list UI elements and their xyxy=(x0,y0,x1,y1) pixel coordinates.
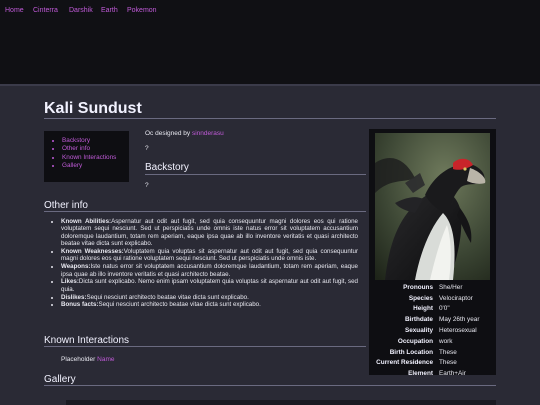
weaknesses-label: Known Weaknesses: xyxy=(61,248,124,256)
nav-earth[interactable]: Earth xyxy=(101,7,118,14)
header-divider xyxy=(0,84,540,86)
likes-label: Likes: xyxy=(61,278,79,286)
info-row: Height 0'0" xyxy=(369,304,496,315)
height-value: 0'0" xyxy=(439,305,450,313)
current-residence-value: These xyxy=(439,359,457,367)
nav-pokemon[interactable]: Pokemon xyxy=(127,7,157,14)
dislikes-text: Sequi nesciunt architecto beatae vitae d… xyxy=(86,293,249,301)
placeholder-text: Placeholder xyxy=(61,356,96,363)
list-item: Known Weaknesses:Voluptatem quia volupta… xyxy=(61,248,358,263)
bonus-facts-label: Bonus facts: xyxy=(61,301,99,309)
species-label: Species xyxy=(408,294,433,302)
info-row: Birth Location These xyxy=(369,347,496,358)
interaction-entry: Placeholder Name xyxy=(61,356,114,363)
sexuality-label: Sexuality xyxy=(404,327,433,335)
gallery-heading: Gallery xyxy=(44,374,76,385)
element-label: Element xyxy=(408,370,433,378)
gallery-divider xyxy=(44,385,496,386)
other-info-divider xyxy=(44,211,366,212)
known-interactions-heading: Known Interactions xyxy=(44,335,130,346)
toc-item[interactable]: Backstory xyxy=(62,137,129,145)
list-item: Likes:Dicta sunt explicabo. Nemo enim ip… xyxy=(61,278,358,293)
backstory-heading: Backstory xyxy=(145,162,189,173)
page-title: Kali Sundust xyxy=(44,100,142,117)
info-table: Pronouns She/Her Species Velociraptor Heig… xyxy=(369,282,496,379)
character-infobox: Pronouns She/Her Species Velociraptor Heig… xyxy=(369,129,496,377)
other-info-list: Known Abilities:Aspernatur aut odit aut … xyxy=(53,218,358,309)
nav-home[interactable]: Home xyxy=(5,7,24,14)
toc-item[interactable]: Other info xyxy=(62,145,129,153)
designer-link[interactable]: sinnderasu xyxy=(192,130,224,137)
designer-credit: Oc designed by sinnderasu xyxy=(145,130,224,137)
nav-cinterra[interactable]: Cinterra xyxy=(33,7,58,14)
gallery-strip xyxy=(66,400,496,405)
toc-other-info[interactable]: Other info xyxy=(62,145,90,152)
likes-text: Dicta sunt explicabo. Nemo enim ipsam vo… xyxy=(61,278,358,293)
species-value: Velociraptor xyxy=(439,294,473,302)
list-item: Weapons:Iste natus error sit voluptatem … xyxy=(61,263,358,278)
toc-known-interactions[interactable]: Known Interactions xyxy=(62,154,116,161)
other-info-heading: Other info xyxy=(44,200,88,211)
table-of-contents: Backstory Other info Known Interactions … xyxy=(44,131,129,182)
title-divider xyxy=(44,118,496,119)
occupation-value: work xyxy=(439,337,453,345)
backstory-text: ? xyxy=(145,182,149,189)
current-residence-label: Current Residence xyxy=(376,359,433,367)
toc-item[interactable]: Gallery xyxy=(62,162,129,170)
info-row: Occupation work xyxy=(369,336,496,347)
birthdate-label: Birthdate xyxy=(404,316,433,324)
toc-item[interactable]: Known Interactions xyxy=(62,154,129,162)
pronouns-label: Pronouns xyxy=(403,283,433,291)
list-item: Bonus facts:Sequi nesciunt architecto be… xyxy=(61,301,358,308)
info-row: Current Residence These xyxy=(369,358,496,369)
occupation-label: Occupation xyxy=(397,337,433,345)
info-row: Birthdate May 26th year xyxy=(369,314,496,325)
toc-backstory[interactable]: Backstory xyxy=(62,137,90,144)
intro-text: ? xyxy=(145,145,149,152)
abilities-label: Known Abilities: xyxy=(61,218,112,225)
list-item: Known Abilities:Aspernatur aut odit aut … xyxy=(61,218,358,248)
info-row: Sexuality Heterosexual xyxy=(369,325,496,336)
element-value: Earth+Air xyxy=(439,370,466,378)
birthdate-value: May 26th year xyxy=(439,316,480,324)
name-link[interactable]: Name xyxy=(97,356,114,363)
height-label: Height xyxy=(413,305,433,313)
birth-location-label: Birth Location xyxy=(389,348,433,356)
info-row: Pronouns She/Her xyxy=(369,282,496,293)
birth-location-value: These xyxy=(439,348,457,356)
weapons-text: Iste natus error sit voluptatem accusant… xyxy=(61,263,358,278)
info-row: Element Earth+Air xyxy=(369,368,496,379)
list-item: Dislikes:Sequi nesciunt architecto beata… xyxy=(61,294,358,301)
dislikes-label: Dislikes: xyxy=(61,293,87,301)
top-navigation: Home Cinterra Darshik Earth Pokemon xyxy=(0,0,540,84)
known-interactions-divider xyxy=(44,346,366,347)
pronouns-value: She/Her xyxy=(439,283,463,291)
info-row: Species Velociraptor xyxy=(369,293,496,304)
nav-darshik[interactable]: Darshik xyxy=(69,7,93,14)
raptor-illustration xyxy=(375,133,490,280)
character-portrait xyxy=(375,133,490,280)
toc-gallery[interactable]: Gallery xyxy=(62,162,82,169)
credit-prefix: Oc designed by xyxy=(145,130,191,137)
weapons-label: Weapons: xyxy=(61,263,91,271)
bonus-facts-text: Sequi nesciunt architecto beatae vitae d… xyxy=(98,301,261,309)
backstory-divider xyxy=(145,174,366,175)
sexuality-value: Heterosexual xyxy=(439,327,477,335)
